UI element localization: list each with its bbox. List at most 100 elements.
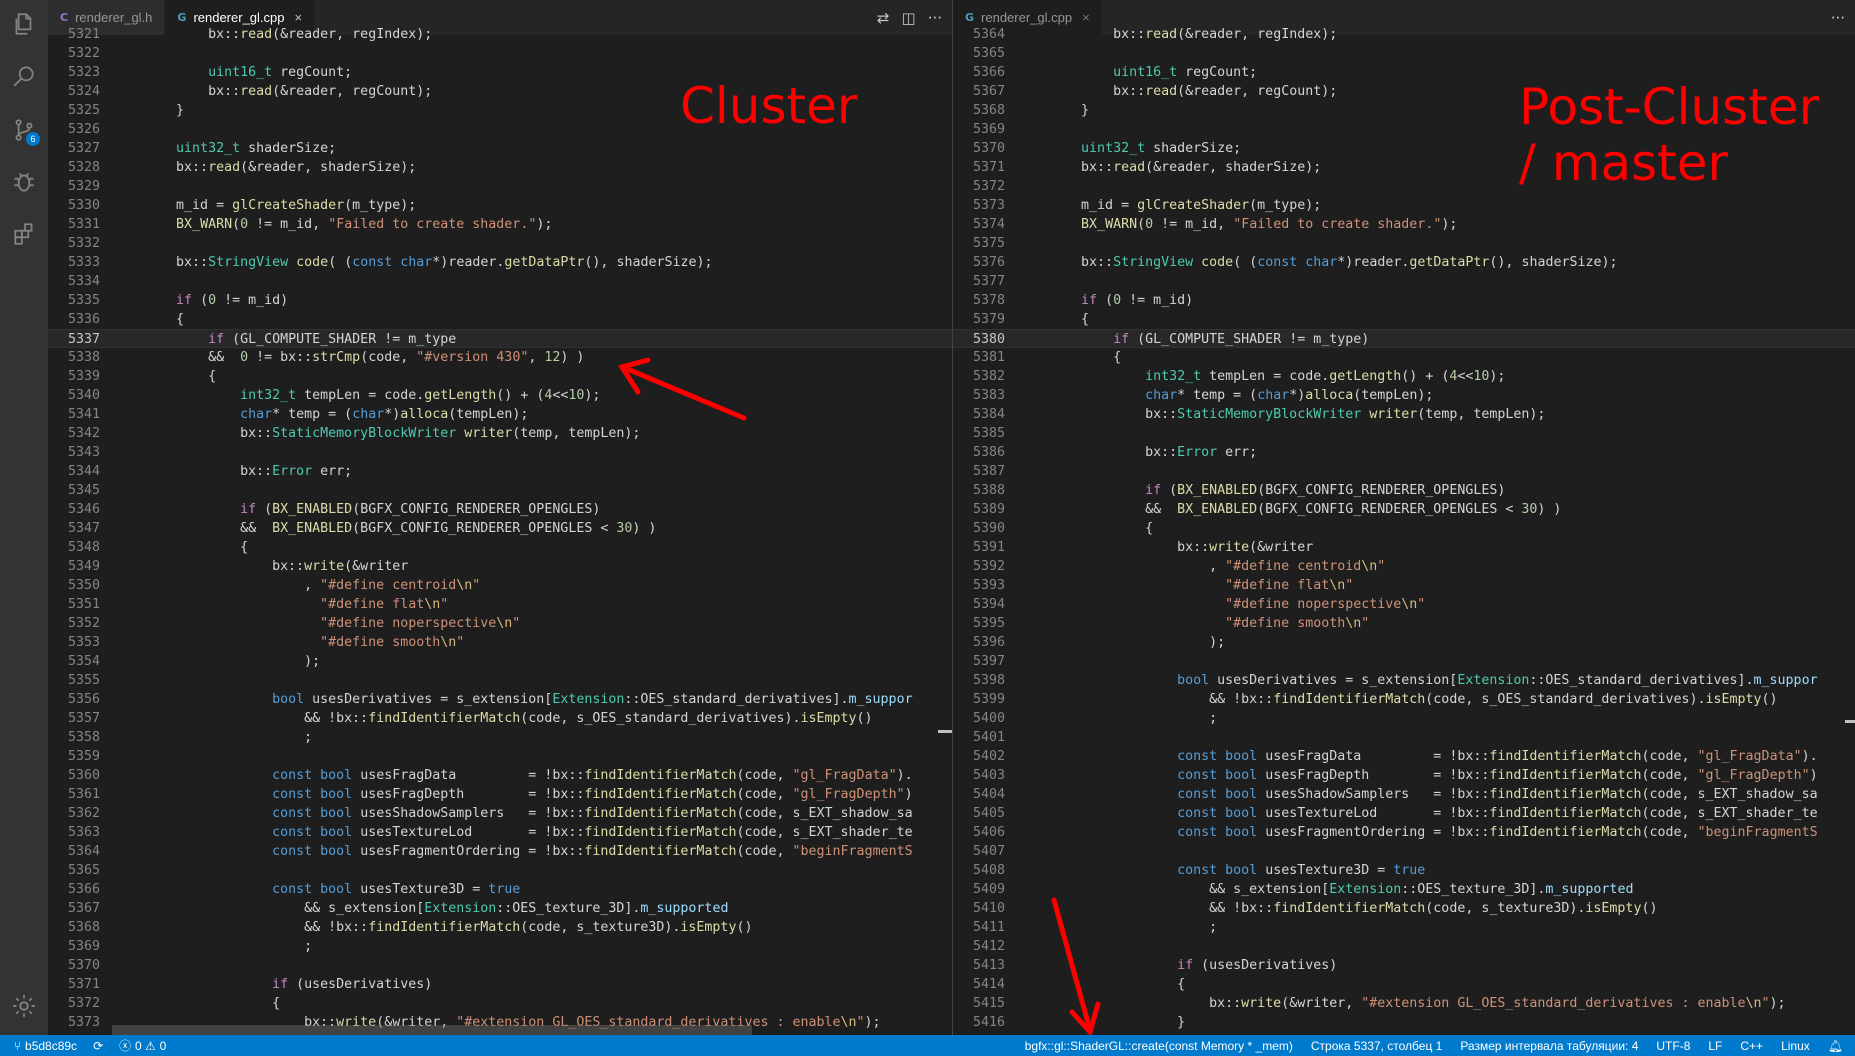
code-line[interactable]: 5408 const bool usesTexture3D = true xyxy=(953,861,1855,880)
code-line[interactable]: 5375 xyxy=(953,234,1855,253)
code-line[interactable]: 5402 const bool usesFragData = !bx::find… xyxy=(953,747,1855,766)
code-line[interactable]: 5343 xyxy=(48,443,952,462)
code-line[interactable]: 5322 xyxy=(48,44,952,63)
code-line[interactable]: 5368 && !bx::findIdentifierMatch(code, s… xyxy=(48,918,952,937)
code-line[interactable]: 5384 bx::StaticMemoryBlockWriter writer(… xyxy=(953,405,1855,424)
encoding[interactable]: UTF-8 xyxy=(1656,1039,1690,1053)
code-line[interactable]: 5339 { xyxy=(48,367,952,386)
more-actions-icon[interactable]: ··· xyxy=(928,9,942,27)
code-line[interactable]: 5356 bool usesDerivatives = s_extension[… xyxy=(48,690,952,709)
code-line[interactable]: 5338 && 0 != bx::strCmp(code, "#version … xyxy=(48,348,952,367)
code-line[interactable]: 5328 bx::read(&reader, shaderSize); xyxy=(48,158,952,177)
code-line[interactable]: 5362 const bool usesShadowSamplers = !bx… xyxy=(48,804,952,823)
code-line[interactable]: 5416 } xyxy=(953,1013,1855,1032)
sync-icon[interactable]: ⟳ xyxy=(93,1039,103,1053)
code-line[interactable]: 5361 const bool usesFragDepth = !bx::fin… xyxy=(48,785,952,804)
code-line[interactable]: 5403 const bool usesFragDepth = !bx::fin… xyxy=(953,766,1855,785)
code-line[interactable]: 5321 bx::read(&reader, regIndex); xyxy=(48,25,952,44)
code-line[interactable]: 5386 bx::Error err; xyxy=(953,443,1855,462)
indentation[interactable]: Размер интервала табуляции: 4 xyxy=(1460,1039,1638,1053)
end-of-line[interactable]: LF xyxy=(1708,1039,1722,1053)
code-line[interactable]: 5379 { xyxy=(953,310,1855,329)
code-line[interactable]: 5348 { xyxy=(48,538,952,557)
code-line[interactable]: 5385 xyxy=(953,424,1855,443)
language-mode[interactable]: C++ xyxy=(1740,1039,1763,1053)
code-line[interactable]: 5353 "#define smooth\n" xyxy=(48,633,952,652)
code-line[interactable]: 5396 ); xyxy=(953,633,1855,652)
code-line[interactable]: 5377 xyxy=(953,272,1855,291)
code-line[interactable]: 5394 "#define noperspective\n" xyxy=(953,595,1855,614)
code-line[interactable]: 5393 "#define flat\n" xyxy=(953,576,1855,595)
cursor-position[interactable]: Строка 5337, столбец 1 xyxy=(1311,1039,1442,1053)
code-line[interactable]: 5349 bx::write(&writer xyxy=(48,557,952,576)
code-line[interactable]: 5373 m_id = glCreateShader(m_type); xyxy=(953,196,1855,215)
code-line[interactable]: 5331 BX_WARN(0 != m_id, "Failed to creat… xyxy=(48,215,952,234)
code-line[interactable]: 5364 bx::read(&reader, regIndex); xyxy=(953,25,1855,44)
code-line[interactable]: 5415 bx::write(&writer, "#extension GL_O… xyxy=(953,994,1855,1013)
code-line[interactable]: 5369 ; xyxy=(48,937,952,956)
code-line[interactable]: 5342 bx::StaticMemoryBlockWriter writer(… xyxy=(48,424,952,443)
code-line[interactable]: 5392 , "#define centroid\n" xyxy=(953,557,1855,576)
close-icon[interactable]: × xyxy=(295,10,303,25)
code-line[interactable]: 5327 uint32_t shaderSize; xyxy=(48,139,952,158)
code-line[interactable]: 5367 && s_extension[Extension::OES_textu… xyxy=(48,899,952,918)
explorer-icon[interactable] xyxy=(0,0,48,48)
code-line[interactable]: 5337 if (GL_COMPUTE_SHADER != m_type xyxy=(48,329,952,348)
code-line[interactable]: 5399 && !bx::findIdentifierMatch(code, s… xyxy=(953,690,1855,709)
code-line[interactable]: 5333 bx::StringView code( (const char*)r… xyxy=(48,253,952,272)
code-line[interactable]: 5360 const bool usesFragData = !bx::find… xyxy=(48,766,952,785)
code-line[interactable]: 5382 int32_t tempLen = code.getLength() … xyxy=(953,367,1855,386)
code-line[interactable]: 5412 xyxy=(953,937,1855,956)
search-icon[interactable] xyxy=(0,52,48,100)
code-editor[interactable]: 5321 bx::read(&reader, regIndex); 5322532… xyxy=(48,27,952,1035)
code-line[interactable]: 5366 const bool usesTexture3D = true xyxy=(48,880,952,899)
code-line[interactable]: 5371 if (usesDerivatives) xyxy=(48,975,952,994)
code-line[interactable]: 5370 xyxy=(48,956,952,975)
code-line[interactable]: 5352 "#define noperspective\n" xyxy=(48,614,952,633)
code-line[interactable]: 5347 && BX_ENABLED(BGFX_CONFIG_RENDERER_… xyxy=(48,519,952,538)
code-line[interactable]: 5410 && !bx::findIdentifierMatch(code, s… xyxy=(953,899,1855,918)
code-line[interactable]: 5381 { xyxy=(953,348,1855,367)
branch-item[interactable]: ⑂ b5d8c89c xyxy=(14,1039,77,1053)
split-editor-icon[interactable]: ◫ xyxy=(902,9,916,27)
debug-icon[interactable] xyxy=(0,158,48,206)
code-line[interactable]: 5336 { xyxy=(48,310,952,329)
code-line[interactable]: 5346 if (BX_ENABLED(BGFX_CONFIG_RENDERER… xyxy=(48,500,952,519)
code-line[interactable]: 5406 const bool usesFragmentOrdering = !… xyxy=(953,823,1855,842)
settings-gear-icon[interactable] xyxy=(0,982,48,1030)
code-line[interactable]: 5374 BX_WARN(0 != m_id, "Failed to creat… xyxy=(953,215,1855,234)
code-line[interactable]: 5413 if (usesDerivatives) xyxy=(953,956,1855,975)
code-line[interactable]: 5376 bx::StringView code( (const char*)r… xyxy=(953,253,1855,272)
code-line[interactable]: 5400 ; xyxy=(953,709,1855,728)
notifications-bell-icon[interactable]: 🔔︎ xyxy=(1828,1039,1843,1053)
code-line[interactable]: 5330 m_id = glCreateShader(m_type); xyxy=(48,196,952,215)
breadcrumb[interactable]: bgfx::gl::ShaderGL::create(const Memory … xyxy=(1025,1039,1293,1053)
compare-icon[interactable]: ⇄ xyxy=(877,9,890,27)
code-line[interactable]: 5341 char* temp = (char*)alloca(tempLen)… xyxy=(48,405,952,424)
code-line[interactable]: 5389 && BX_ENABLED(BGFX_CONFIG_RENDERER_… xyxy=(953,500,1855,519)
code-line[interactable]: 5350 , "#define centroid\n" xyxy=(48,576,952,595)
code-line[interactable]: 5351 "#define flat\n" xyxy=(48,595,952,614)
code-line[interactable]: 5404 const bool usesShadowSamplers = !bx… xyxy=(953,785,1855,804)
code-line[interactable]: 5380 if (GL_COMPUTE_SHADER != m_type) xyxy=(953,329,1855,348)
code-line[interactable]: 5345 xyxy=(48,481,952,500)
source-control-icon[interactable]: 6 xyxy=(0,106,48,154)
code-line[interactable]: 5344 bx::Error err; xyxy=(48,462,952,481)
code-line[interactable]: 5365 xyxy=(953,44,1855,63)
os-indicator[interactable]: Linux xyxy=(1781,1039,1810,1053)
horizontal-scrollbar[interactable] xyxy=(112,1025,752,1035)
code-line[interactable]: 5359 xyxy=(48,747,952,766)
code-line[interactable]: 5340 int32_t tempLen = code.getLength() … xyxy=(48,386,952,405)
code-line[interactable]: 5378 if (0 != m_id) xyxy=(953,291,1855,310)
code-line[interactable]: 5357 && !bx::findIdentifierMatch(code, s… xyxy=(48,709,952,728)
close-icon[interactable]: × xyxy=(1082,10,1090,25)
problems-item[interactable]: ⓧ 0 ⚠ 0 xyxy=(119,1037,166,1054)
code-line[interactable]: 5409 && s_extension[Extension::OES_textu… xyxy=(953,880,1855,899)
code-line[interactable]: 5372 { xyxy=(48,994,952,1013)
code-line[interactable]: 5364 const bool usesFragmentOrdering = !… xyxy=(48,842,952,861)
code-line[interactable]: 5365 xyxy=(48,861,952,880)
code-line[interactable]: 5391 bx::write(&writer xyxy=(953,538,1855,557)
code-line[interactable]: 5388 if (BX_ENABLED(BGFX_CONFIG_RENDERER… xyxy=(953,481,1855,500)
code-line[interactable]: 5363 const bool usesTextureLod = !bx::fi… xyxy=(48,823,952,842)
code-line[interactable]: 5398 bool usesDerivatives = s_extension[… xyxy=(953,671,1855,690)
